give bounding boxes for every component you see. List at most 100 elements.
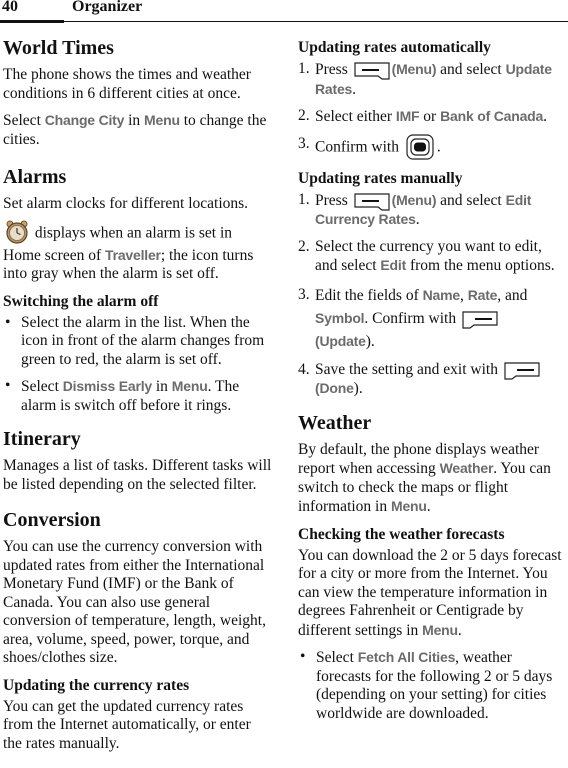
text: . Confirm with bbox=[364, 309, 460, 327]
subheading-updating-currency-rates: Updating the currency rates bbox=[3, 676, 190, 694]
left-column: World Times The phone shows the times an… bbox=[3, 36, 273, 761]
ui-term-fetch-all-cities: Fetch All Cities bbox=[357, 649, 456, 665]
right-softkey-icon bbox=[462, 311, 498, 329]
text: Press bbox=[315, 191, 352, 209]
subheading-switching-alarm-off: Switching the alarm off bbox=[3, 292, 159, 310]
text: Select either bbox=[315, 108, 396, 125]
paragraph: Select Change City in Menu to change the… bbox=[3, 111, 273, 149]
paragraph: Set alarm clocks for different locations… bbox=[3, 195, 249, 212]
ui-term-edit: Edit bbox=[380, 257, 407, 273]
text: in bbox=[151, 378, 172, 395]
ui-term-update: Update bbox=[319, 332, 366, 349]
ui-term-menu: (Menu) bbox=[391, 191, 437, 208]
ok-key-icon bbox=[406, 133, 434, 160]
steps-list: 1. Press (Menu) and select Update Rates. … bbox=[298, 60, 566, 161]
text: Save the setting and exit with bbox=[315, 360, 502, 378]
step-item: 1. Press (Menu) and select Edit Currency … bbox=[298, 191, 566, 230]
step-item: 3. Confirm with . bbox=[298, 133, 566, 161]
text: and select bbox=[436, 191, 506, 209]
text: . bbox=[415, 211, 420, 228]
ui-term-symbol: Symbol bbox=[315, 309, 365, 326]
text: Edit the fields of bbox=[315, 286, 423, 304]
header-rule bbox=[0, 21, 568, 22]
subheading-checking-weather-forecasts: Checking the weather forecasts bbox=[298, 525, 505, 543]
bullet-list: • Select Fetch All Cities, weather foreca… bbox=[298, 648, 566, 723]
text: and select bbox=[436, 61, 506, 78]
text: Press bbox=[315, 61, 352, 78]
header-rule-accent bbox=[0, 20, 64, 23]
text: ). bbox=[365, 332, 375, 350]
heading-itinerary: Itinerary bbox=[3, 428, 81, 450]
section-itinerary: Itinerary Manages a list of tasks. Diffe… bbox=[3, 427, 273, 494]
ui-term-imf: IMF bbox=[395, 108, 420, 124]
steps-list: 1. Press (Menu) and select Edit Currency … bbox=[298, 191, 566, 399]
page-header: 40 Organizer bbox=[0, 0, 568, 24]
section-updating-rates-automatically: Updating rates automatically 1. Press (Me… bbox=[298, 38, 566, 161]
text: Select bbox=[3, 112, 45, 129]
heading-alarms: Alarms bbox=[3, 166, 67, 188]
ui-term-dismiss-early: Dismiss Early bbox=[62, 378, 152, 394]
alarm-clock-icon bbox=[3, 220, 31, 244]
list-item: • Select Fetch All Cities, weather foreca… bbox=[298, 648, 566, 723]
ui-term-bank-of-canada: Bank of Canada bbox=[440, 108, 544, 124]
heading-world-times: World Times bbox=[3, 37, 114, 59]
step-number: 2. bbox=[298, 237, 310, 255]
paragraph: You can download the 2 or 5 days forecas… bbox=[298, 547, 566, 641]
paragraph: You can use the currency conversion with… bbox=[3, 538, 266, 666]
list-item: • Select the alarm in the list. When the … bbox=[3, 314, 273, 370]
text: . bbox=[457, 621, 462, 639]
bullet-icon: • bbox=[5, 313, 11, 331]
left-softkey-icon bbox=[354, 193, 390, 211]
ui-term-menu: (Menu) bbox=[391, 61, 437, 77]
subheading-updating-rates-automatically: Updating rates automatically bbox=[298, 39, 491, 56]
text: from the menu options. bbox=[406, 257, 555, 274]
section-updating-rates-manually: Updating rates manually 1. Press (Menu) a… bbox=[298, 169, 566, 399]
page-number: 40 bbox=[2, 0, 18, 15]
section-weather: Weather By default, the phone displays w… bbox=[298, 411, 566, 724]
step-item: 3. Edit the fields of Name, Rate, and Sym… bbox=[298, 284, 566, 353]
paragraph: Manages a list of tasks. Different tasks… bbox=[3, 457, 272, 493]
section-alarms: Alarms Set alarm clocks for different lo… bbox=[3, 165, 273, 415]
subheading-updating-rates-manually: Updating rates manually bbox=[298, 169, 463, 187]
bullet-icon: • bbox=[300, 648, 306, 665]
right-column: Updating rates automatically 1. Press (Me… bbox=[298, 38, 566, 731]
ui-term-menu: Menu bbox=[144, 112, 180, 128]
ui-term-rate: Rate bbox=[467, 286, 498, 303]
bullet-icon: • bbox=[5, 377, 11, 394]
right-softkey-icon bbox=[504, 362, 540, 380]
paragraph: By default, the phone displays weather r… bbox=[298, 441, 566, 517]
text: . bbox=[436, 138, 441, 156]
ui-term-name: Name bbox=[422, 286, 461, 303]
section-world-times: World Times The phone shows the times an… bbox=[3, 36, 273, 149]
ui-term-change-city: Change City bbox=[44, 112, 125, 128]
text: ). bbox=[353, 380, 363, 397]
text: . bbox=[426, 498, 431, 515]
step-item: 2. Select either IMF or Bank of Canada. bbox=[298, 107, 566, 127]
left-softkey-icon bbox=[354, 62, 390, 81]
ui-term-menu: Menu bbox=[422, 621, 458, 638]
text: Select bbox=[316, 649, 358, 666]
ui-term-traveller: Traveller bbox=[105, 246, 161, 263]
text: or bbox=[419, 108, 441, 125]
text: . bbox=[543, 108, 547, 125]
step-number: 2. bbox=[298, 107, 310, 124]
paragraph: The phone shows the times and weather co… bbox=[3, 66, 251, 102]
ui-term-done: Done bbox=[319, 380, 354, 396]
text: , and bbox=[497, 286, 528, 304]
text: , bbox=[459, 286, 468, 304]
section-conversion: Conversion You can use the currency conv… bbox=[3, 508, 273, 753]
text: in bbox=[124, 112, 145, 129]
step-item: 2. Select the currency you want to edit, … bbox=[298, 238, 566, 276]
step-item: 4. Save the setting and exit with (Done). bbox=[298, 361, 566, 399]
ui-term-menu: Menu bbox=[391, 498, 427, 514]
chapter-title: Organizer bbox=[72, 0, 143, 15]
ui-term-weather: Weather bbox=[439, 460, 494, 476]
step-number: 4. bbox=[298, 360, 310, 378]
text: Select bbox=[21, 378, 63, 395]
step-number: 1. bbox=[298, 60, 310, 77]
heading-conversion: Conversion bbox=[3, 509, 101, 531]
list-item: • Select Dismiss Early in Menu. The alarm… bbox=[3, 377, 273, 415]
step-number: 3. bbox=[298, 134, 310, 152]
step-number: 1. bbox=[298, 190, 310, 208]
paragraph: displays when an alarm is set in Home sc… bbox=[3, 220, 273, 284]
